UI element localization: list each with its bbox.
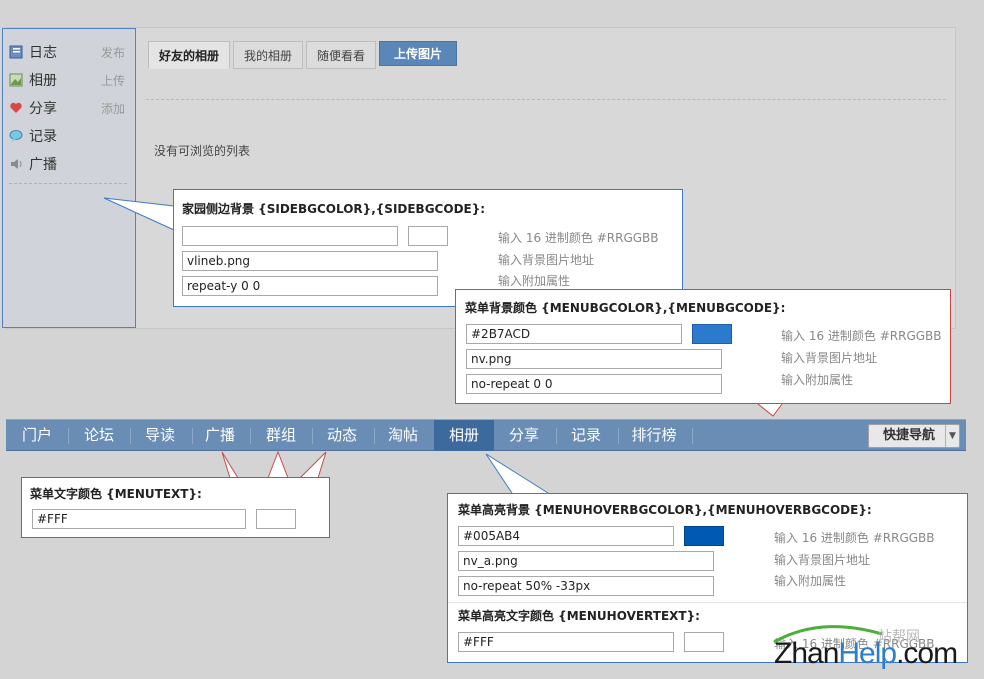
nav-item-collection[interactable]: 淘帖 bbox=[378, 420, 428, 451]
sidebar-bg-color-swatch[interactable] bbox=[408, 226, 448, 246]
callout-title: 菜单高亮背景 {MENUHOVERBGCOLOR},{MENUHOVERBGCO… bbox=[458, 503, 872, 517]
image-hint: 输入背景图片地址 bbox=[781, 351, 878, 365]
sidebar-bg-color-input[interactable] bbox=[182, 226, 398, 246]
nav-separator bbox=[68, 428, 69, 444]
nav-separator bbox=[312, 428, 313, 444]
callout-title: 菜单文字颜色 {MENUTEXT}: bbox=[30, 487, 202, 501]
menu-bg-extra-input[interactable] bbox=[466, 374, 722, 394]
menu-bg-color-input[interactable] bbox=[466, 324, 682, 344]
menu-hover-color-swatch[interactable] bbox=[684, 526, 724, 546]
callout-subtitle: 菜单高亮文字颜色 {MENUHOVERTEXT}: bbox=[458, 609, 700, 623]
nav-separator bbox=[374, 428, 375, 444]
nav-item-album[interactable]: 相册 bbox=[434, 420, 494, 451]
sidebar-bg-extra-input[interactable] bbox=[182, 276, 438, 296]
nav-item-group[interactable]: 群组 bbox=[256, 420, 306, 451]
callout-title: 菜单背景颜色 {MENUBGCOLOR},{MENUBGCODE}: bbox=[465, 301, 786, 315]
nav-separator bbox=[692, 428, 693, 444]
main-nav-bar: 门户 论坛 导读 广播 群组 动态 淘帖 相册 分享 记录 排行榜 快捷导航 ▼ bbox=[6, 419, 966, 451]
menu-text-callout: 菜单文字颜色 {MENUTEXT}: bbox=[21, 477, 330, 538]
color-hint: 输入 16 进制颜色 #RRGGBB bbox=[498, 231, 659, 245]
menu-hover-text-color-input[interactable] bbox=[458, 632, 674, 652]
quick-nav-button[interactable]: 快捷导航 ▼ bbox=[868, 424, 960, 448]
image-hint: 输入背景图片地址 bbox=[774, 553, 871, 567]
nav-separator bbox=[618, 428, 619, 444]
menu-hover-text-color-swatch[interactable] bbox=[684, 632, 724, 652]
menu-hover-color-input[interactable] bbox=[458, 526, 674, 546]
nav-item-record[interactable]: 记录 bbox=[560, 420, 612, 451]
menu-bg-image-input[interactable] bbox=[466, 349, 722, 369]
watermark-logo: ZhanHelp.com bbox=[774, 637, 958, 670]
menu-hover-image-input[interactable] bbox=[458, 551, 714, 571]
nav-item-share[interactable]: 分享 bbox=[496, 420, 552, 451]
callout-divider bbox=[448, 602, 967, 603]
menu-bg-callout: 菜单背景颜色 {MENUBGCOLOR},{MENUBGCODE}: 输入 16… bbox=[455, 289, 951, 404]
extra-hint: 输入附加属性 bbox=[781, 373, 854, 387]
dropdown-arrow-icon[interactable]: ▼ bbox=[945, 425, 959, 447]
nav-item-feed[interactable]: 动态 bbox=[316, 420, 368, 451]
nav-separator bbox=[250, 428, 251, 444]
callout-title: 家园侧边背景 {SIDEBGCOLOR},{SIDEBGCODE}: bbox=[182, 202, 486, 216]
nav-separator bbox=[192, 428, 193, 444]
quick-nav-label: 快捷导航 bbox=[883, 428, 936, 443]
extra-hint: 输入附加属性 bbox=[774, 574, 847, 588]
menu-text-color-input[interactable] bbox=[32, 509, 246, 529]
nav-item-guide[interactable]: 导读 bbox=[134, 420, 186, 451]
nav-item-ranking[interactable]: 排行榜 bbox=[622, 420, 686, 451]
extra-hint: 输入附加属性 bbox=[498, 274, 571, 288]
menu-text-color-swatch[interactable] bbox=[256, 509, 296, 529]
nav-separator bbox=[556, 428, 557, 444]
nav-item-forum[interactable]: 论坛 bbox=[72, 420, 126, 451]
nav-item-broadcast[interactable]: 广播 bbox=[196, 420, 244, 451]
image-hint: 输入背景图片地址 bbox=[498, 253, 595, 267]
menu-hover-extra-input[interactable] bbox=[458, 576, 714, 596]
menu-bg-color-swatch[interactable] bbox=[692, 324, 732, 344]
nav-separator bbox=[130, 428, 131, 444]
sidebar-bg-image-input[interactable] bbox=[182, 251, 438, 271]
nav-item-portal[interactable]: 门户 bbox=[12, 420, 62, 451]
color-hint: 输入 16 进制颜色 #RRGGBB bbox=[774, 531, 935, 545]
color-hint: 输入 16 进制颜色 #RRGGBB bbox=[781, 329, 942, 343]
